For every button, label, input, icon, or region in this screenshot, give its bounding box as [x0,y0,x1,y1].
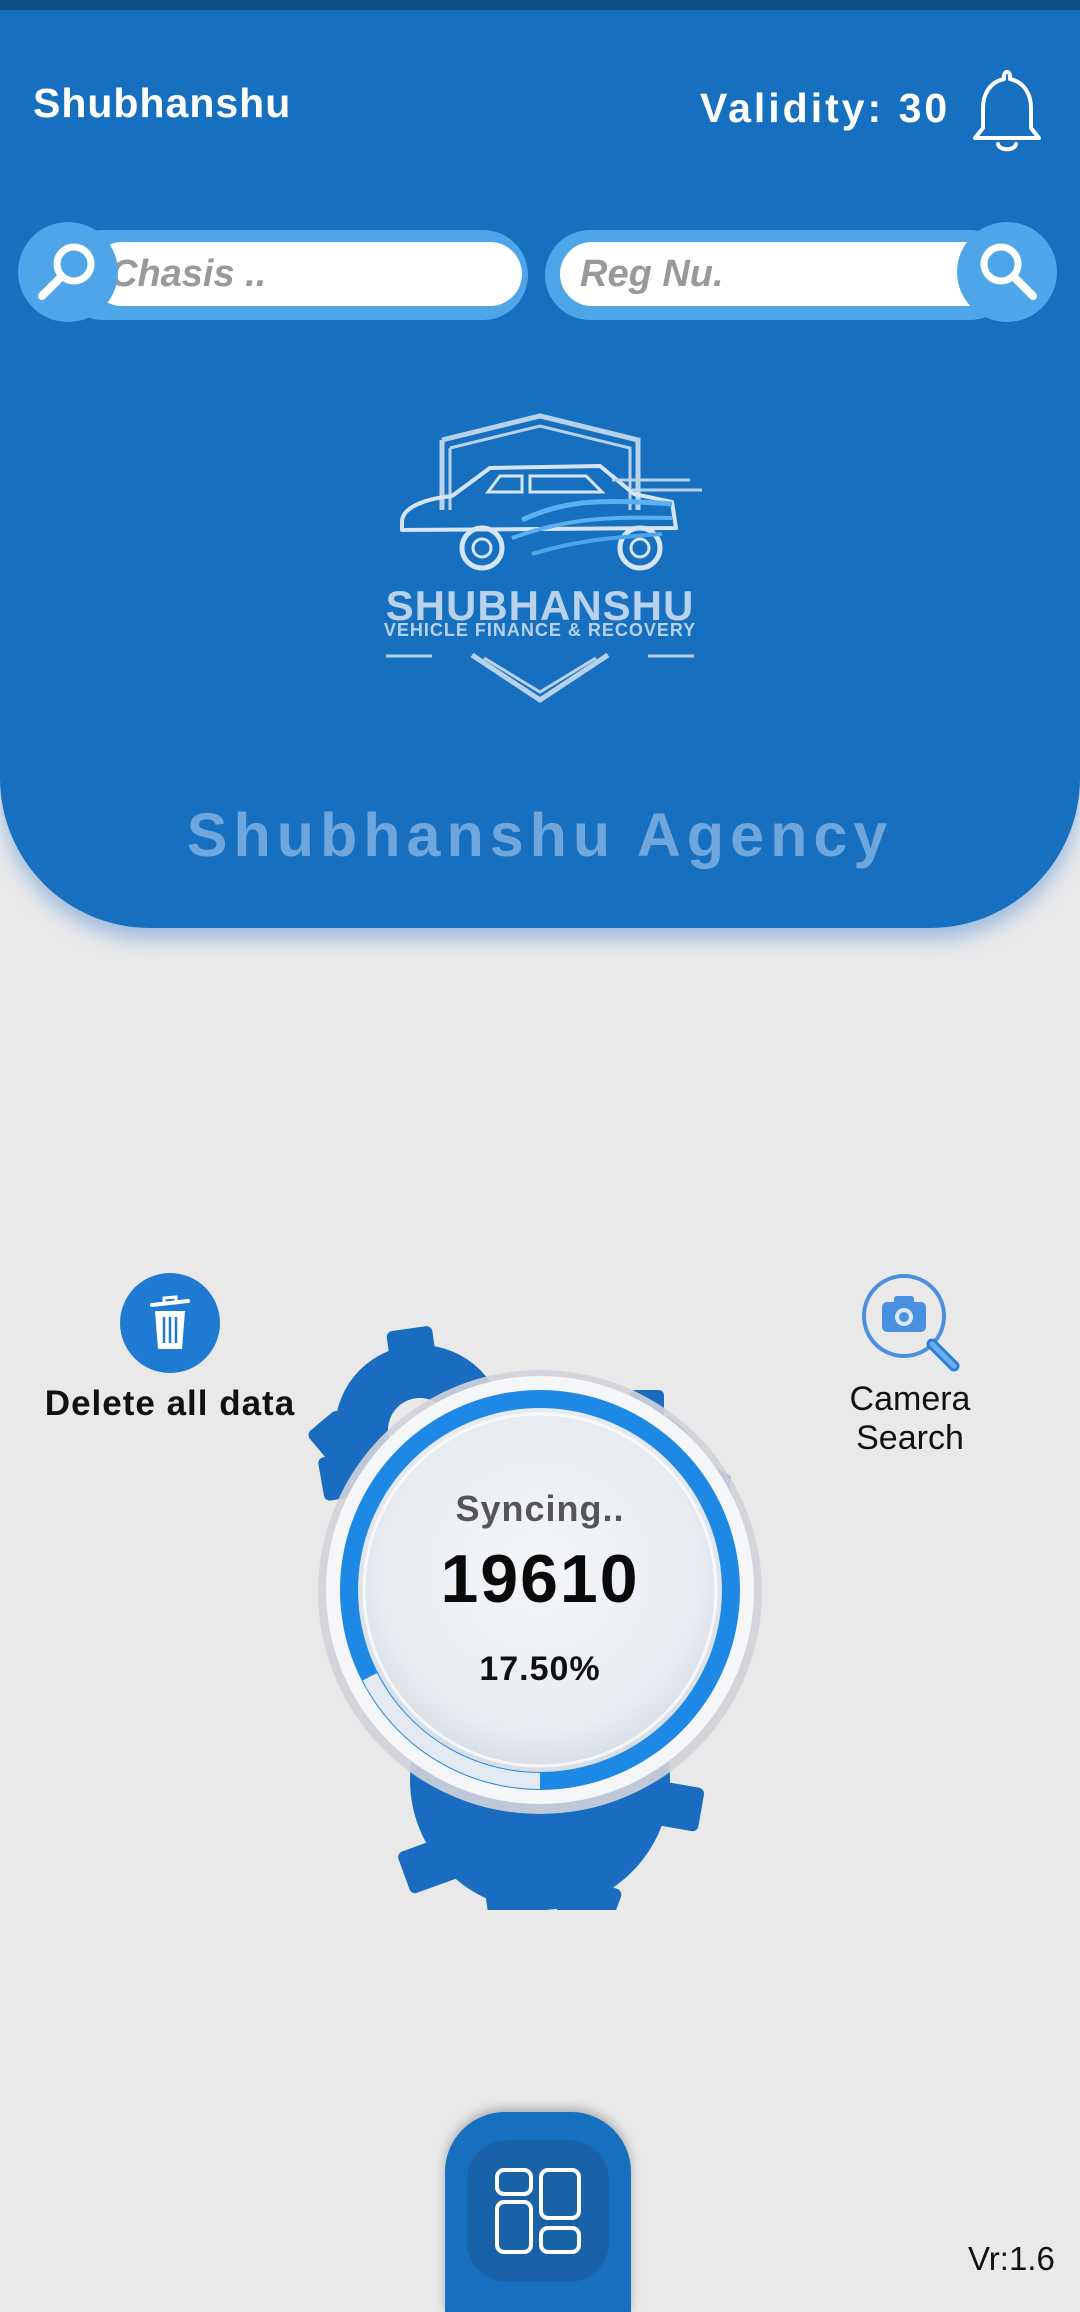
dashboard-nav-tab[interactable] [445,2112,631,2312]
search-icon [38,243,95,300]
car-shield-logo [386,413,702,703]
chasis-input[interactable] [90,242,522,306]
sync-progress-widget: Syncing.. 19610 17.50% [300,1320,780,1910]
status-strip [0,0,1080,10]
sync-percent-text: 17.50% [479,1650,601,1688]
dashboard-button[interactable] [467,2140,609,2282]
reg-search [545,222,1057,322]
validity-label: Validity: 30 [700,85,951,131]
sync-record-count: 19610 [440,1541,640,1617]
trash-icon [150,1295,190,1349]
camera-search-icon [862,1274,960,1372]
camera-search-label[interactable]: Camera Search [810,1380,1010,1458]
sync-status-text: Syncing.. [455,1488,625,1529]
app-version: Vr:1.6 [968,2240,1055,2277]
reg-number-input[interactable] [560,242,1000,306]
dashboard-grid-icon [495,2168,581,2254]
delete-all-data-button[interactable] [120,1273,220,1373]
logo-subtitle: VEHICLE FINANCE & RECOVERY [383,620,697,640]
camera-search-button[interactable] [860,1272,964,1376]
reg-search-button[interactable] [957,222,1057,322]
search-icon [980,243,1037,300]
user-name: Shubhanshu [33,80,292,126]
chasis-search-button[interactable] [18,222,118,322]
bell-icon[interactable] [968,66,1046,156]
agency-name: Shubhanshu Agency [186,801,894,869]
header: Shubhanshu Validity: 30 Chasis .. Reg Nu… [0,10,1080,928]
delete-all-data-label[interactable]: Delete all data [40,1383,300,1425]
company-logo: SHUBHANSHU VEHICLE FINANCE & RECOVERY [372,410,708,710]
chasis-search [18,222,528,322]
